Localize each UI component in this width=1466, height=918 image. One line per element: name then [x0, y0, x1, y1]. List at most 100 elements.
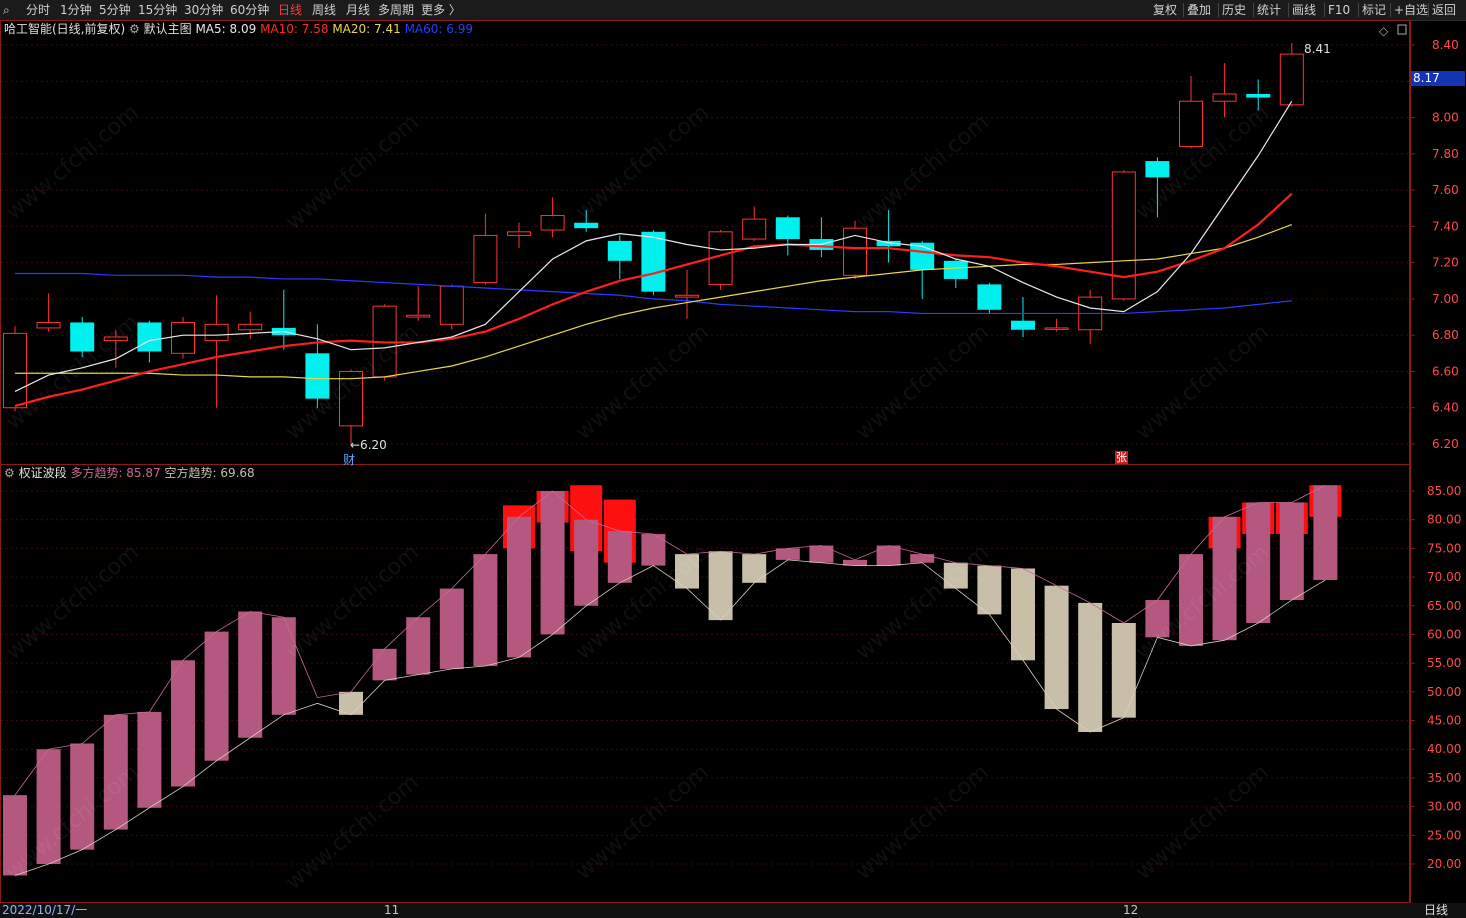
candle-up	[675, 294, 699, 298]
price-axis-label: 7.40	[1432, 219, 1459, 233]
current-price-tag: 8.17	[1411, 71, 1465, 86]
sub-axis-label: 45.00	[1427, 714, 1461, 728]
date-start: 2022/10/17/一	[2, 903, 88, 917]
band-bull	[70, 743, 95, 850]
settings-icon[interactable]: ⚙	[4, 466, 15, 480]
stock-name[interactable]: 哈工智能(日线,前复权)	[4, 22, 125, 36]
ma20-label: MA20: 7.41	[332, 22, 401, 36]
band-bull	[473, 554, 498, 667]
price-axis-label: 6.40	[1432, 401, 1459, 415]
bear-trend-label: 空方趋势: 69.68	[164, 466, 255, 480]
sub-axis-label: 25.00	[1427, 828, 1461, 842]
period-label[interactable]: 日线	[1424, 903, 1448, 918]
band-bull	[439, 588, 464, 669]
settings-icon[interactable]: ⚙	[129, 22, 140, 36]
sub-axis-label: 80.00	[1427, 513, 1461, 527]
sub-axis-label: 40.00	[1427, 742, 1461, 756]
candle-down	[1246, 93, 1271, 98]
sub-axis-label: 65.00	[1427, 599, 1461, 613]
candle-up	[36, 321, 61, 329]
panel-toggle-icon	[1397, 24, 1407, 35]
candle-up	[1111, 171, 1136, 300]
candle-down	[70, 322, 95, 352]
band-bull	[406, 617, 431, 675]
sub-axis-label: 20.00	[1427, 857, 1461, 871]
candle-up	[1044, 327, 1069, 330]
sub-axis-label: 60.00	[1427, 627, 1461, 641]
band-bear	[1111, 622, 1136, 718]
sub-axis-label: 30.00	[1427, 800, 1461, 814]
rise-marker[interactable]: 张	[1115, 451, 1128, 464]
sub-axis-label: 55.00	[1427, 656, 1461, 670]
main-panel-header: 哈工智能(日线,前复权) ⚙ 默认主图 MA5: 8.09 MA10: 7.58…	[4, 21, 473, 37]
month-11: 11	[384, 903, 400, 917]
band-bear	[977, 565, 1002, 615]
band-bull	[238, 611, 263, 738]
band-bull	[607, 531, 632, 583]
price-axis-label: 6.80	[1432, 328, 1459, 342]
price-axis-label: 7.60	[1432, 183, 1459, 197]
price-axis-label: 8.40	[1432, 38, 1459, 52]
band-bear	[742, 554, 767, 583]
band-bull	[1246, 502, 1271, 623]
band-bear	[708, 551, 733, 621]
band-bear	[339, 691, 363, 715]
band-bull	[204, 631, 229, 761]
price-axis-label: 6.60	[1432, 364, 1459, 378]
diamond-icon: ◇	[1379, 24, 1389, 38]
indicator-name[interactable]: 权证波段	[19, 466, 67, 480]
candle-up	[103, 336, 128, 342]
finance-marker[interactable]: 财	[343, 451, 355, 468]
price-axis-label: 8.00	[1432, 111, 1459, 125]
sub-axis-label: 85.00	[1427, 484, 1461, 498]
date-axis: 2022/10/17/一 11 12 日线	[0, 903, 1466, 918]
candle-up	[204, 323, 229, 342]
candle-up	[540, 214, 565, 231]
band-bear	[1078, 602, 1103, 733]
candle-down	[1011, 320, 1035, 330]
band-bull	[171, 660, 195, 787]
band-bear	[943, 562, 968, 589]
candle-up	[406, 314, 431, 318]
band-bull	[540, 491, 565, 635]
band-bull	[507, 516, 531, 658]
candle-up	[171, 321, 195, 354]
band-bull	[809, 545, 834, 563]
template-name[interactable]: 默认主图	[144, 22, 192, 36]
band-bull	[36, 749, 61, 864]
candle-down	[305, 353, 330, 399]
price-axis-label: 6.20	[1432, 437, 1459, 451]
price-axis-label: 7.80	[1432, 147, 1459, 161]
price-axis-label: 7.20	[1432, 256, 1459, 270]
band-bull	[574, 519, 599, 606]
sub-axis-label: 50.00	[1427, 685, 1461, 699]
band-bull	[1179, 554, 1203, 646]
candle-up	[238, 323, 263, 331]
band-bull	[876, 545, 901, 566]
band-bull	[103, 714, 128, 830]
low-price-label: ←6.20	[350, 438, 387, 452]
candle-down	[977, 284, 1002, 310]
candle-down	[574, 222, 599, 229]
band-bear	[675, 554, 699, 589]
candle-down	[1145, 161, 1170, 178]
candle-down	[607, 240, 632, 261]
chart-canvas: 8.408.208.007.807.607.407.207.006.806.60…	[0, 20, 1461, 903]
sub-panel-header: ⚙ 权证波段 多方趋势: 85.87 空方趋势: 69.68	[4, 465, 255, 481]
ma60-label: MA60: 6.99	[404, 22, 473, 36]
candle-down	[775, 217, 800, 240]
band-bull	[271, 617, 296, 715]
sub-axis-label: 35.00	[1427, 771, 1461, 785]
price-axis-label: 7.00	[1432, 292, 1459, 306]
high-price-label: 8.41	[1304, 42, 1331, 56]
band-bull	[1212, 516, 1237, 641]
ma5-label: MA5: 8.09	[195, 22, 257, 36]
sub-axis-label: 70.00	[1427, 570, 1461, 584]
bull-trend-label: 多方趋势: 85.87	[70, 466, 161, 480]
candle-up	[439, 285, 464, 325]
band-bull	[372, 648, 397, 681]
band-bull	[910, 554, 935, 563]
band-bull	[1313, 485, 1338, 580]
month-12: 12	[1123, 903, 1139, 917]
ma10-label: MA10: 7.58	[260, 22, 329, 36]
